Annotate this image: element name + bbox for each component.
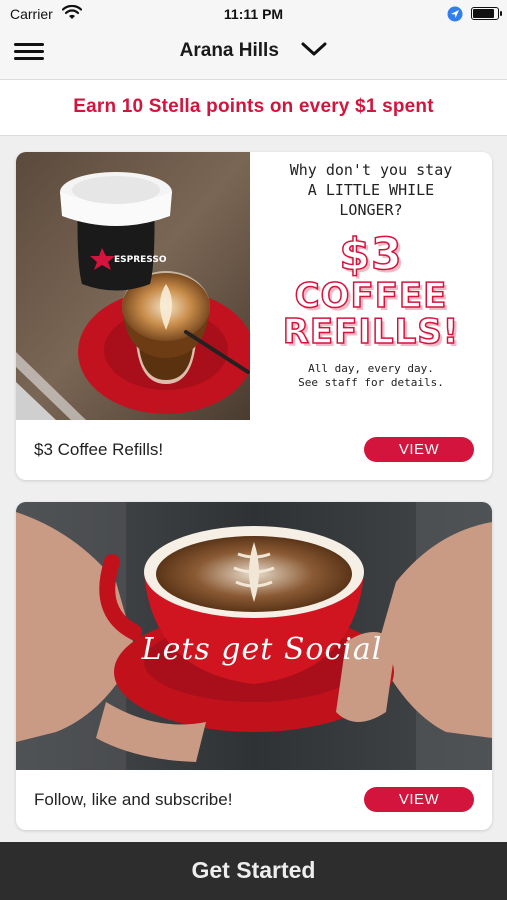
store-name: Arana Hills bbox=[179, 40, 279, 61]
promo-question-line-2: A LITTLE WHILE bbox=[307, 181, 435, 199]
store-selector[interactable]: Arana Hills bbox=[0, 40, 507, 62]
battery-level bbox=[473, 9, 494, 18]
promo-question: Why don't you stay A LITTLE WHILE LONGER… bbox=[250, 160, 492, 220]
promo-question-line-3: LONGER? bbox=[339, 201, 403, 219]
promo-fine-print-line-2: See staff for details. bbox=[298, 376, 444, 389]
location-icon bbox=[447, 6, 463, 25]
social-overlay-text: Lets get Social bbox=[141, 632, 383, 667]
promo-fine-print: All day, every day. See staff for detail… bbox=[250, 362, 492, 390]
nav-bar: Arana Hills bbox=[0, 28, 507, 80]
promo-price: $3 bbox=[339, 229, 403, 280]
chevron-down-icon bbox=[301, 41, 327, 62]
promo-fine-print-line-1: All day, every day. bbox=[308, 362, 434, 375]
promo-card-coffee-refills[interactable]: ESPRESSO Why don't you stay A LITTLE WHI… bbox=[16, 152, 492, 480]
card-footer: $3 Coffee Refills! VIEW bbox=[16, 420, 492, 480]
points-banner-text: Earn 10 Stella points on every $1 spent bbox=[73, 96, 434, 117]
social-image: Lets get Social bbox=[16, 502, 492, 770]
get-started-label: Get Started bbox=[191, 857, 316, 883]
promo-headline-line-1: COFFEE bbox=[294, 276, 448, 316]
card-title: $3 Coffee Refills! bbox=[34, 440, 164, 459]
promo-question-line-1: Why don't you stay bbox=[289, 161, 453, 179]
points-banner: Earn 10 Stella points on every $1 spent bbox=[0, 80, 507, 136]
battery-icon bbox=[471, 7, 502, 20]
view-button[interactable]: VIEW bbox=[364, 787, 474, 812]
cup-logo-text: ESPRESSO bbox=[114, 255, 167, 265]
clock: 11:11 PM bbox=[223, 6, 284, 22]
view-button[interactable]: VIEW bbox=[364, 437, 474, 462]
coffee-refills-promo-panel: Why don't you stay A LITTLE WHILE LONGER… bbox=[250, 152, 492, 420]
promo-card-social[interactable]: Lets get Social Follow, like and subscri… bbox=[16, 502, 492, 830]
coffee-cup-photo: ESPRESSO bbox=[16, 152, 254, 420]
card-footer: Follow, like and subscribe! VIEW bbox=[16, 770, 492, 830]
status-bar: Carrier 11:11 PM bbox=[0, 0, 507, 28]
card-title: Follow, like and subscribe! bbox=[34, 790, 233, 809]
promo-headline-line-2: REFILLS! bbox=[282, 312, 460, 352]
get-started-button[interactable]: Get Started bbox=[0, 842, 507, 900]
